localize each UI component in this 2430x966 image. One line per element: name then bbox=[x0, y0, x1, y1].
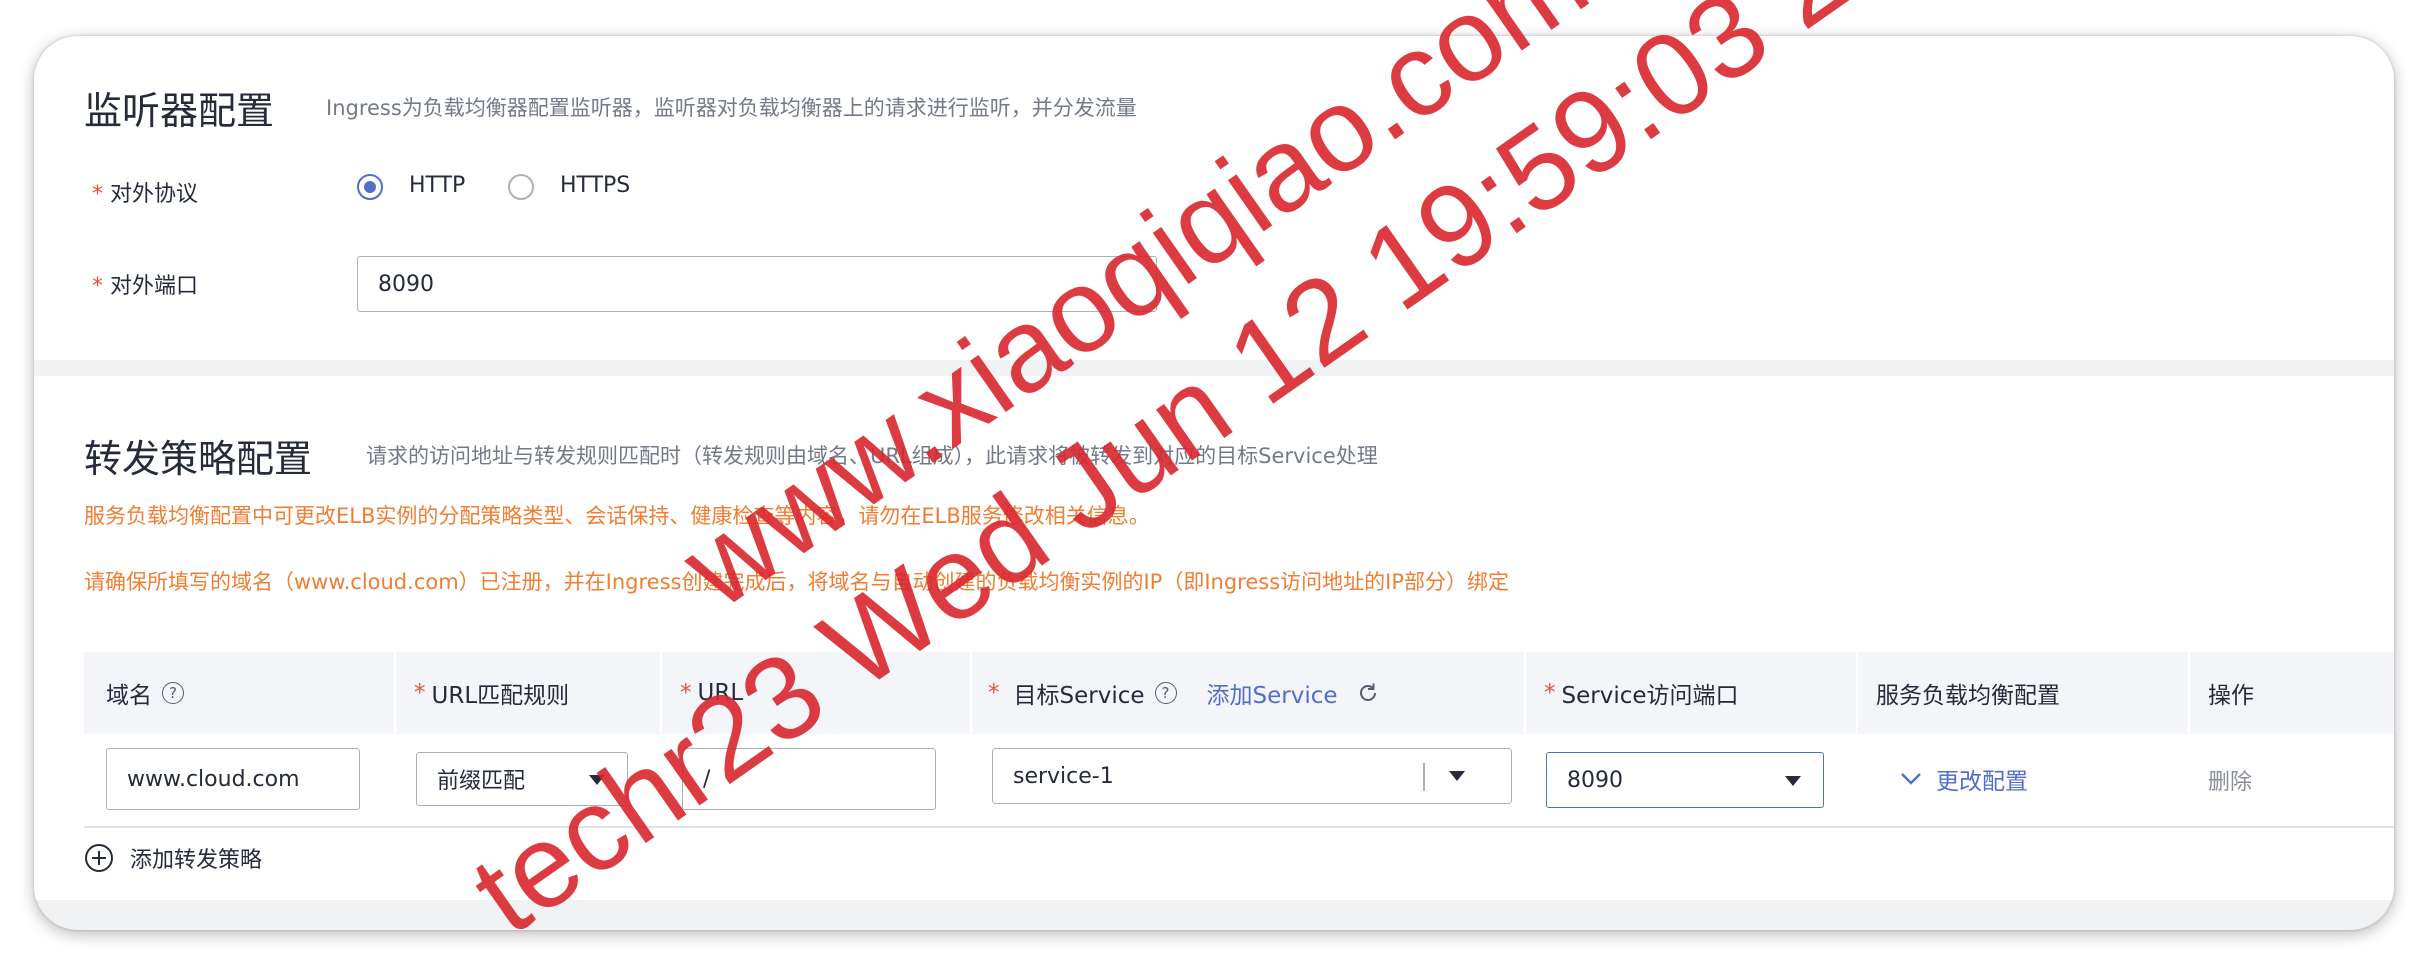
url-rule-select[interactable]: 前缀匹配 bbox=[416, 752, 628, 806]
column-url: * URL bbox=[680, 680, 744, 706]
column-divider bbox=[394, 652, 396, 734]
column-target-service: * 目标Service ? 添加Service bbox=[988, 652, 1380, 734]
chevron-down-icon[interactable] bbox=[1449, 771, 1465, 781]
radio-http-label[interactable]: HTTP bbox=[409, 173, 465, 198]
app-window: 监听器配置 Ingress为负载均衡器配置监听器，监听器对负载均衡器上的请求进行… bbox=[34, 36, 2394, 930]
listener-section-title: 监听器配置 bbox=[84, 89, 275, 133]
listener-section-description: Ingress为负载均衡器配置监听器，监听器对负载均衡器上的请求进行监听，并分发… bbox=[326, 96, 1137, 120]
radio-https-label[interactable]: HTTPS bbox=[560, 173, 630, 198]
column-divider bbox=[1856, 652, 1858, 734]
help-icon[interactable]: ? bbox=[1154, 682, 1177, 704]
forwarding-section-description: 请求的访问地址与转发规则匹配时（转发规则由域名、URL组成），此请求将被转发到对… bbox=[366, 444, 1378, 468]
url-input[interactable]: / bbox=[682, 748, 936, 810]
chevron-down-icon[interactable] bbox=[1785, 776, 1801, 786]
add-forwarding-rule-button[interactable]: 添加转发策略 bbox=[84, 842, 262, 874]
help-icon[interactable]: ? bbox=[162, 682, 184, 704]
port-label: * 对外端口 bbox=[92, 274, 199, 299]
chevron-down-icon[interactable] bbox=[1900, 772, 1922, 786]
forwarding-section-title: 转发策略配置 bbox=[84, 437, 313, 481]
column-divider bbox=[1524, 652, 1526, 734]
add-service-link[interactable]: 添加Service bbox=[1207, 676, 1338, 710]
target-service-select[interactable]: service-1 bbox=[992, 748, 1512, 804]
table-header: 域名 ? * URL匹配规则 * URL * 目标Service ? 添加Ser… bbox=[84, 652, 2394, 734]
column-url-rule: * URL匹配规则 bbox=[414, 680, 570, 709]
column-actions: 操作 bbox=[2208, 683, 2254, 709]
required-marker: * bbox=[92, 182, 103, 207]
radio-unchecked-icon[interactable] bbox=[508, 174, 534, 200]
delete-link[interactable]: 删除 bbox=[2208, 764, 2252, 796]
plus-circle-icon[interactable] bbox=[84, 843, 114, 873]
column-divider bbox=[2188, 652, 2190, 734]
protocol-label: * 对外协议 bbox=[92, 182, 199, 207]
service-port-select[interactable]: 8090 bbox=[1546, 752, 1824, 808]
radio-checked-icon[interactable] bbox=[357, 174, 383, 200]
external-port-input[interactable]: 8090 bbox=[357, 256, 1157, 312]
column-divider bbox=[970, 652, 972, 734]
select-divider bbox=[1423, 763, 1425, 791]
change-config-link[interactable]: 更改配置 bbox=[1900, 762, 2028, 796]
required-marker: * bbox=[92, 274, 103, 299]
column-divider bbox=[660, 652, 662, 734]
domain-registration-warning: 请确保所填写的域名（www.cloud.com）已注册，并在Ingress创建完… bbox=[84, 570, 1509, 594]
column-domain: 域名 ? bbox=[106, 652, 184, 734]
chevron-down-icon[interactable] bbox=[589, 775, 605, 785]
column-service-port: * Service访问端口 bbox=[1544, 680, 1739, 709]
column-lb-config: 服务负载均衡配置 bbox=[1876, 683, 2060, 709]
elb-warning-text: 服务负载均衡配置中可更改ELB实例的分配策略类型、会话保持、健康检查等内容，请勿… bbox=[84, 504, 1150, 528]
domain-input[interactable]: www.cloud.com bbox=[106, 748, 360, 810]
row-divider bbox=[84, 826, 2394, 828]
refresh-icon[interactable] bbox=[1356, 681, 1380, 705]
listener-config-panel: 监听器配置 Ingress为负载均衡器配置监听器，监听器对负载均衡器上的请求进行… bbox=[34, 36, 2394, 360]
forwarding-policy-panel: 转发策略配置 请求的访问地址与转发规则匹配时（转发规则由域名、URL组成），此请… bbox=[34, 376, 2394, 900]
